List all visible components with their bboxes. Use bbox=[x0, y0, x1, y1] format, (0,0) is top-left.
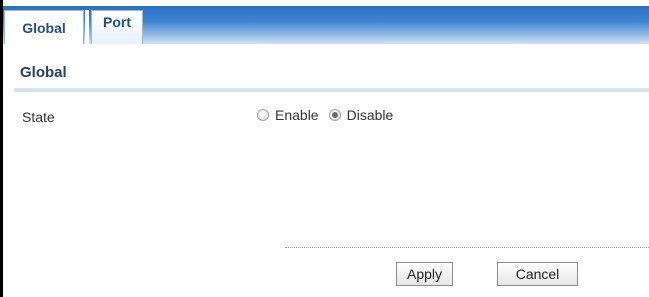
state-label: State bbox=[22, 109, 55, 125]
left-border bbox=[0, 0, 3, 297]
apply-button[interactable]: Apply bbox=[396, 262, 453, 286]
tab-global-label: Global bbox=[22, 19, 66, 36]
disable-radio[interactable] bbox=[328, 109, 341, 121]
section-divider bbox=[14, 88, 649, 92]
button-divider bbox=[285, 247, 649, 248]
settings-panel: Global Port Global State Enable Disable … bbox=[0, 0, 649, 297]
tab-port-label: Port bbox=[103, 14, 131, 30]
tab-bar: Global Port bbox=[3, 6, 649, 44]
cancel-button[interactable]: Cancel bbox=[497, 262, 578, 286]
enable-radio-label[interactable]: Enable bbox=[275, 107, 319, 123]
tab-port[interactable]: Port bbox=[91, 10, 143, 44]
tab-global[interactable]: Global bbox=[4, 10, 84, 44]
enable-radio[interactable] bbox=[257, 109, 269, 121]
tab-separator bbox=[85, 10, 89, 44]
state-radio-group: Enable Disable bbox=[257, 107, 403, 123]
disable-radio-label[interactable]: Disable bbox=[347, 107, 394, 123]
section-title: Global bbox=[20, 64, 67, 81]
